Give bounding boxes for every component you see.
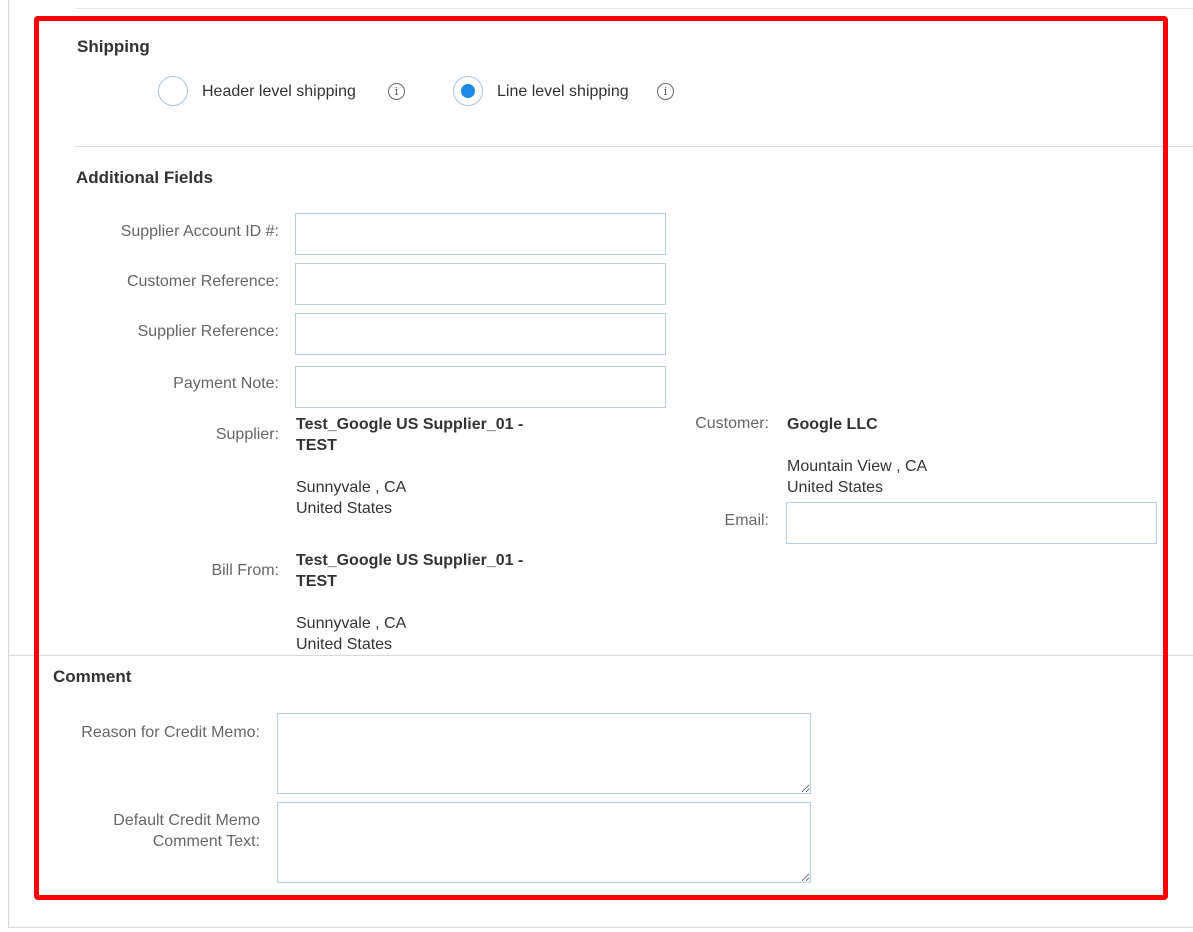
bill-from-name-line2: TEST <box>296 573 337 590</box>
reason-for-credit-memo-textarea[interactable] <box>277 713 811 794</box>
comment-title: Comment <box>53 667 132 686</box>
payment-note-input[interactable] <box>295 366 666 408</box>
info-icon[interactable]: i <box>657 83 674 100</box>
supplier-reference-label: Supplier Reference: <box>137 323 279 340</box>
customer-name: Google LLC <box>787 416 878 433</box>
default-credit-memo-label-line1: Default Credit Memo <box>113 812 260 829</box>
default-credit-memo-comment-textarea[interactable] <box>277 802 811 883</box>
customer-country: United States <box>787 479 884 496</box>
shipping-title: Shipping <box>77 37 150 56</box>
radio-selected-dot <box>461 84 475 98</box>
bill-from-label: Bill From: <box>211 562 279 579</box>
line-level-shipping-radio[interactable] <box>453 76 483 106</box>
customer-reference-input[interactable] <box>295 263 666 305</box>
bill-from-country: United States <box>296 636 393 653</box>
default-credit-memo-label-line2: Comment Text: <box>152 833 260 850</box>
supplier-country: United States <box>296 500 393 517</box>
supplier-name-line1: Test_Google US Supplier_01 - <box>296 416 524 433</box>
customer-label: Customer: <box>695 415 769 432</box>
supplier-reference-input[interactable] <box>295 313 666 355</box>
supplier-account-id-input[interactable] <box>295 213 666 255</box>
payment-note-label: Payment Note: <box>173 375 279 392</box>
supplier-account-id-label: Supplier Account ID #: <box>120 223 279 240</box>
section-divider <box>75 146 1193 147</box>
page-frame-top <box>75 8 1193 9</box>
email-input[interactable] <box>786 502 1157 544</box>
page-frame-left <box>8 0 9 928</box>
line-level-shipping-label[interactable]: Line level shipping <box>497 83 629 101</box>
info-icon[interactable]: i <box>388 83 405 100</box>
header-level-shipping-label[interactable]: Header level shipping <box>202 83 356 101</box>
header-level-shipping-radio[interactable] <box>158 76 188 106</box>
customer-reference-label: Customer Reference: <box>126 273 279 290</box>
customer-city: Mountain View , CA <box>787 458 928 475</box>
email-label: Email: <box>724 512 769 529</box>
supplier-name-line2: TEST <box>296 437 337 454</box>
page-frame-bottom <box>8 927 1193 928</box>
bill-from-name-line1: Test_Google US Supplier_01 - <box>296 552 524 569</box>
section-divider <box>8 655 1193 656</box>
bill-from-city: Sunnyvale , CA <box>296 615 407 632</box>
supplier-label: Supplier: <box>215 426 279 443</box>
reason-for-credit-memo-label: Reason for Credit Memo: <box>81 724 260 741</box>
additional-fields-title: Additional Fields <box>76 168 213 187</box>
supplier-city: Sunnyvale , CA <box>296 479 407 496</box>
